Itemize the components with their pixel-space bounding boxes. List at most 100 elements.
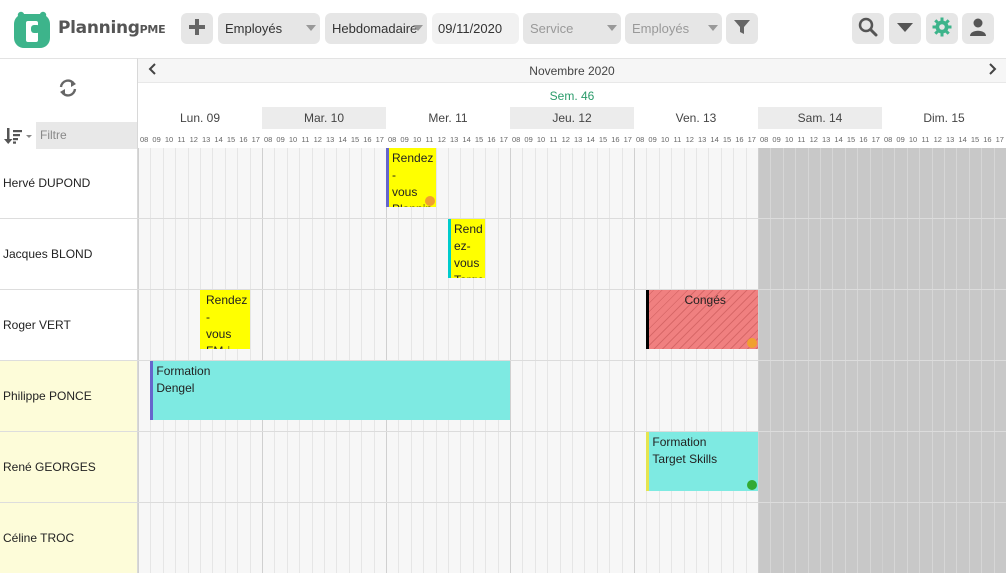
service-select[interactable]: Service bbox=[523, 13, 621, 44]
event-label: Congés bbox=[684, 293, 726, 307]
event-block[interactable]: Rendez- vous Target Skills bbox=[448, 219, 486, 278]
service-select-value: Service bbox=[530, 21, 574, 36]
hour-label: 17 bbox=[623, 135, 632, 144]
hour-label: 14 bbox=[214, 135, 223, 144]
sidebar-header: Filtre bbox=[0, 58, 138, 149]
event-color-bar bbox=[448, 219, 451, 278]
date-field[interactable]: 09/11/2020 bbox=[432, 13, 519, 44]
planning-pme-logo[interactable] bbox=[12, 8, 52, 50]
row-gridline bbox=[138, 218, 1006, 219]
gear-icon bbox=[932, 17, 952, 40]
row-gridline bbox=[138, 431, 1006, 432]
hour-label: 09 bbox=[152, 135, 161, 144]
chevron-down-icon bbox=[607, 25, 617, 31]
event-color-bar bbox=[386, 148, 389, 207]
triangle-down-icon bbox=[896, 21, 914, 36]
refresh-button[interactable] bbox=[57, 77, 79, 102]
filter-input[interactable]: Filtre bbox=[36, 122, 137, 149]
hour-label: 12 bbox=[313, 135, 322, 144]
hour-label: 15 bbox=[226, 135, 236, 144]
employees-select[interactable]: Employés bbox=[625, 13, 722, 44]
sort-icon[interactable] bbox=[4, 127, 34, 148]
brand-suffix: PME bbox=[139, 23, 166, 36]
hour-label: 15 bbox=[970, 135, 980, 144]
day-header[interactable]: Dim. 15 bbox=[882, 107, 1006, 129]
employee-name: René GEORGES bbox=[3, 460, 96, 474]
day-header[interactable]: Lun. 09 bbox=[138, 107, 262, 129]
employee-row[interactable]: Philippe PONCE bbox=[0, 361, 138, 432]
hour-label: 13 bbox=[202, 135, 211, 144]
hour-label: 14 bbox=[462, 135, 471, 144]
employee-name: Roger VERT bbox=[3, 318, 71, 332]
hour-label: 13 bbox=[822, 135, 831, 144]
add-button[interactable] bbox=[181, 13, 213, 44]
hour-label: 08 bbox=[884, 135, 893, 144]
event-block[interactable]: Formation Target Skills bbox=[646, 432, 758, 491]
day-header[interactable]: Mer. 11 bbox=[386, 107, 510, 129]
hour-label: 10 bbox=[164, 135, 174, 144]
search-icon bbox=[858, 17, 878, 40]
hour-label: 14 bbox=[338, 135, 347, 144]
event-block[interactable]: Formation Dengel bbox=[150, 361, 510, 420]
hour-label: 13 bbox=[450, 135, 459, 144]
chevron-right-icon[interactable] bbox=[988, 62, 998, 79]
employee-row[interactable]: Céline TROC bbox=[0, 503, 138, 573]
hour-label: 11 bbox=[921, 135, 930, 144]
event-color-bar bbox=[646, 290, 650, 349]
view-select-value: Hebdomadaire bbox=[332, 21, 418, 36]
hour-label: 12 bbox=[189, 135, 198, 144]
hour-label: 13 bbox=[698, 135, 707, 144]
event-label: Rendez- vous FM-i bbox=[206, 293, 248, 349]
event-color-bar bbox=[150, 361, 154, 420]
event-label: Formation Dengel bbox=[156, 364, 211, 395]
employee-name: Philippe PONCE bbox=[3, 389, 92, 403]
event-block[interactable]: Rendez- vous Planning Congés bbox=[386, 148, 436, 207]
search-button[interactable] bbox=[852, 13, 884, 44]
event-label: Formation Target Skills bbox=[652, 435, 718, 466]
chevron-down-icon bbox=[306, 25, 316, 31]
hour-label: 15 bbox=[722, 135, 732, 144]
day-row: Lun. 09 Mar. 10 Mer. 11 Jeu. 12 Ven. 13 Sam. … bbox=[138, 107, 1006, 129]
day-header[interactable]: Sam. 14 bbox=[758, 107, 882, 129]
filter-button[interactable] bbox=[726, 13, 758, 44]
hour-label: 17 bbox=[995, 135, 1004, 144]
refresh-icon bbox=[57, 79, 79, 102]
hour-label: 08 bbox=[388, 135, 397, 144]
hour-label: 11 bbox=[177, 135, 186, 144]
employee-row[interactable]: Roger VERT bbox=[0, 290, 138, 361]
user-button[interactable] bbox=[962, 13, 994, 44]
calendar-header: Novembre 2020 Sem. 46 Lun. 09 Mar. 10 Mer.… bbox=[138, 58, 1006, 148]
employee-row[interactable]: René GEORGES bbox=[0, 432, 138, 503]
hour-label: 17 bbox=[499, 135, 508, 144]
hour-label: 14 bbox=[834, 135, 843, 144]
event-block[interactable]: Rendez- vous FM-i bbox=[200, 290, 250, 349]
hour-label: 10 bbox=[908, 135, 918, 144]
planning-grid[interactable]: Rendez- vous Planning Congés Rendez- vous… bbox=[138, 148, 1006, 573]
row-gridline bbox=[138, 502, 1006, 503]
settings-button[interactable] bbox=[926, 13, 958, 44]
hour-label: 16 bbox=[735, 135, 744, 144]
hour-label: 16 bbox=[859, 135, 868, 144]
employee-row[interactable]: Jacques BLOND bbox=[0, 219, 138, 290]
hour-label: 09 bbox=[276, 135, 285, 144]
hour-label: 16 bbox=[487, 135, 496, 144]
hour-label: 10 bbox=[660, 135, 670, 144]
row-gridline bbox=[138, 289, 1006, 290]
hour-label: 14 bbox=[586, 135, 595, 144]
hour-label: 08 bbox=[264, 135, 273, 144]
event-block[interactable]: Congés bbox=[646, 290, 758, 349]
resource-select[interactable]: Employés bbox=[218, 13, 320, 44]
top-toolbar: PlanningPME Employés Hebdomadaire 09/11/… bbox=[0, 0, 1006, 58]
day-header[interactable]: Ven. 13 bbox=[634, 107, 758, 129]
hour-label: 11 bbox=[797, 135, 806, 144]
hour-label: 08 bbox=[140, 135, 149, 144]
hour-label: 12 bbox=[437, 135, 446, 144]
day-header[interactable]: Jeu. 12 bbox=[510, 107, 634, 129]
menu-dropdown-button[interactable] bbox=[889, 13, 921, 44]
day-header[interactable]: Mar. 10 bbox=[262, 107, 386, 129]
view-select[interactable]: Hebdomadaire bbox=[325, 13, 427, 44]
hour-label: 17 bbox=[747, 135, 756, 144]
month-label: Novembre 2020 bbox=[529, 64, 615, 78]
employee-row[interactable]: Hervé DUPOND bbox=[0, 148, 138, 219]
employees-select-value: Employés bbox=[632, 21, 690, 36]
